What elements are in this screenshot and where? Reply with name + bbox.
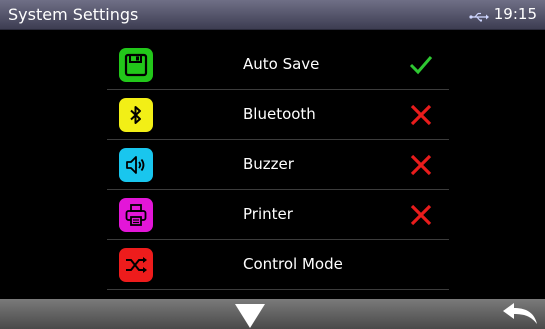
title-bar: System Settings 19:15 <box>0 0 545 30</box>
setting-row-printer[interactable]: Printer <box>107 190 449 240</box>
setting-label: Control Mode <box>243 255 343 273</box>
setting-label: Buzzer <box>243 155 294 173</box>
bluetooth-icon <box>119 98 153 132</box>
cross-icon[interactable] <box>407 201 435 229</box>
save-icon <box>119 48 153 82</box>
setting-row-buzzer[interactable]: Buzzer <box>107 140 449 190</box>
page-title: System Settings <box>8 5 139 24</box>
down-arrow-icon[interactable] <box>232 300 268 329</box>
setting-label: Printer <box>243 205 293 223</box>
usb-icon <box>469 8 489 22</box>
back-arrow-icon[interactable] <box>500 301 540 327</box>
cross-icon[interactable] <box>407 101 435 129</box>
printer-icon <box>119 198 153 232</box>
check-icon[interactable] <box>407 51 435 79</box>
setting-row-control-mode[interactable]: Control Mode <box>107 240 449 290</box>
status-area: 19:15 <box>469 5 537 23</box>
setting-label: Bluetooth <box>243 105 316 123</box>
setting-row-bluetooth[interactable]: Bluetooth <box>107 90 449 140</box>
bottom-bar <box>0 299 545 329</box>
speaker-icon <box>119 148 153 182</box>
setting-label: Auto Save <box>243 55 320 73</box>
settings-list: Auto Save Bluetooth Buzzer Printer Contr… <box>107 40 449 290</box>
setting-row-auto-save[interactable]: Auto Save <box>107 40 449 90</box>
clock: 19:15 <box>493 5 537 23</box>
cross-icon[interactable] <box>407 151 435 179</box>
shuffle-icon <box>119 248 153 282</box>
